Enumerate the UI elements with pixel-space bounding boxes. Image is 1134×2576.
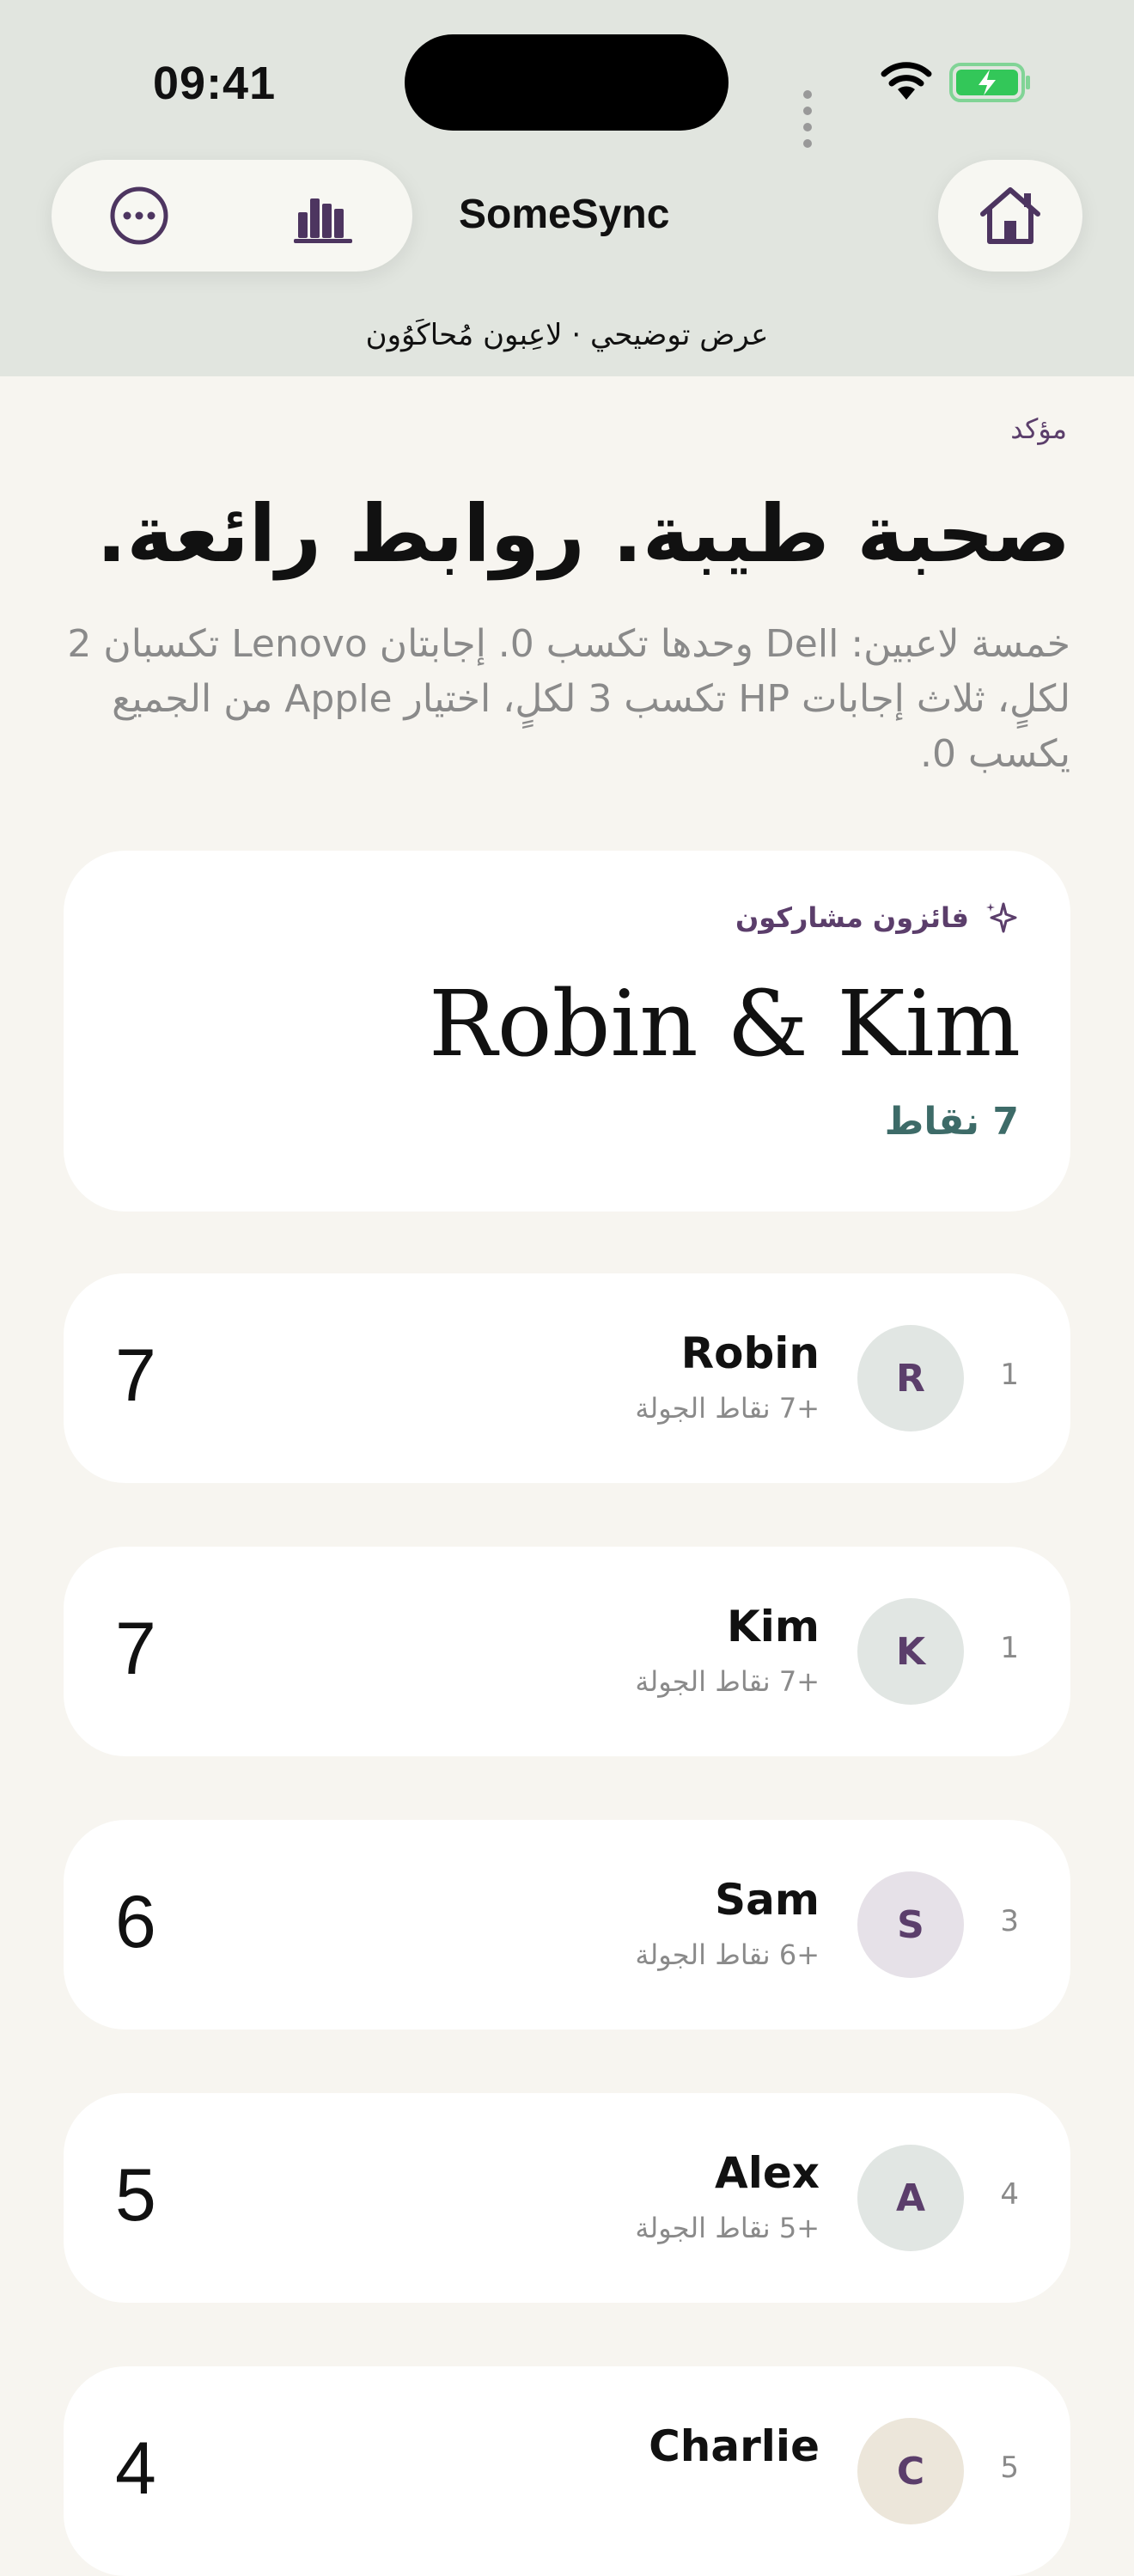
wifi-icon [881,62,932,100]
player-avatar: S [857,1871,964,1978]
dynamic-island [405,34,729,131]
player-score: 4 [115,2427,156,2510]
player-name: Alex [715,2148,820,2198]
status-time: 09:41 [153,58,277,109]
player-rank: 5 [1000,2451,1019,2485]
leaderboard-row[interactable]: 1 R Robin +7 نقاط الجولة 7 [64,1273,1070,1483]
player-rank: 1 [1000,1631,1019,1665]
player-score: 5 [115,2154,156,2237]
winner-card: فائزون مشاركون Robin & Kim 7 نقاط [64,851,1070,1212]
player-rank: 1 [1000,1358,1019,1392]
player-rank: 4 [1000,2177,1019,2212]
toolbar-pill [52,160,412,272]
player-round-points: +7 نقاط الجولة [635,1392,820,1425]
player-score: 6 [115,1881,156,1963]
result-description: خمسة لاعبين: Dell وحدها تكسب 0. إجابتان … [67,622,1070,776]
player-avatar: R [857,1325,964,1431]
round-status: مؤكد [1010,412,1067,445]
player-score: 7 [115,1608,156,1690]
player-round-points: +7 نقاط الجولة [635,1665,820,1698]
home-icon [980,187,1040,244]
more-options-icon[interactable] [107,183,172,248]
player-rank: 3 [1000,1904,1019,1938]
leaderboard-row[interactable]: 5 C Charlie 4 [64,2366,1070,2576]
result-headline: صحبة طيبة. روابط رائعة. [96,488,1071,580]
stats-chart-icon[interactable] [290,183,356,248]
leaderboard-row[interactable]: 4 A Alex +5 نقاط الجولة 5 [64,2093,1070,2303]
player-round-points: +6 نقاط الجولة [635,1938,820,1971]
winner-label-text: فائزون مشاركون [735,901,969,934]
player-avatar: C [857,2418,964,2524]
player-avatar: A [857,2145,964,2251]
winner-points: 7 نقاط [884,1100,1019,1144]
player-avatar: K [857,1598,964,1705]
leaderboard-row[interactable]: 1 K Kim +7 نقاط الجولة 7 [64,1547,1070,1756]
player-name: Robin [680,1328,820,1378]
battery-charging-icon [949,63,1030,102]
winner-label: فائزون مشاركون [735,900,1019,935]
demo-mode-label: عرض توضيحي · لاعِبون مُحاكَوُون [365,318,769,352]
player-name: Sam [715,1875,820,1925]
app-title: SomeSync [459,192,670,237]
sparkle-icon [986,902,1017,933]
status-bar: 09:41 [0,0,1134,155]
player-round-points: +5 نقاط الجولة [635,2212,820,2244]
top-header: 09:41 SomeSync عرض توضيحي · لاعِبون مُحا… [0,0,1134,376]
home-button[interactable] [938,160,1082,272]
player-name: Charlie [649,2421,820,2471]
winner-names: Robin & Kim [429,971,1021,1077]
cellular-signal-icon [803,86,817,151]
leaderboard-row[interactable]: 3 S Sam +6 نقاط الجولة 6 [64,1820,1070,2030]
player-score: 7 [115,1334,156,1417]
player-name: Kim [727,1602,820,1651]
